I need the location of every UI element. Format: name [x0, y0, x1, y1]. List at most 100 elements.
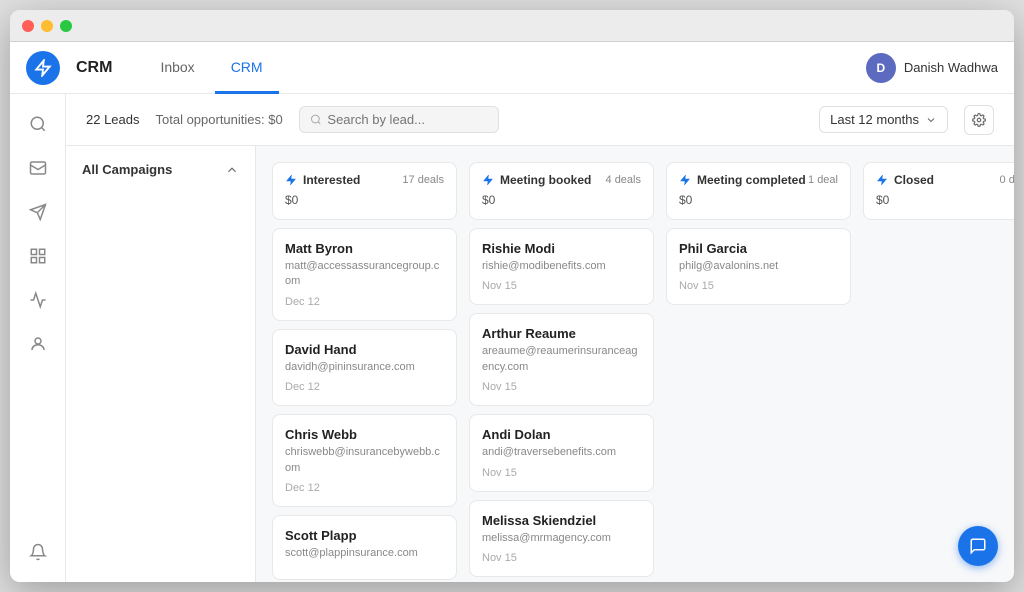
col-amount: $0 [679, 193, 692, 207]
opportunities-label: Total opportunities: $0 [156, 112, 283, 127]
col-header-interested: Interested 17 deals $0 [272, 162, 457, 220]
card-email: andi@traversebenefits.com [482, 445, 641, 460]
date-filter-label: Last 12 months [830, 112, 919, 127]
search-input[interactable] [327, 112, 487, 127]
sidebar-icon-chart[interactable] [20, 282, 56, 318]
minimize-button[interactable] [41, 20, 53, 32]
maximize-button[interactable] [60, 20, 72, 32]
app: CRM Inbox CRM D Danish Wadhwa [10, 42, 1014, 582]
card-email: rishie@modibenefits.com [482, 259, 641, 274]
main-area: 22 Leads Total opportunities: $0 Last 12… [10, 94, 1014, 582]
card-name: Scott Plapp [285, 528, 444, 543]
gear-icon [972, 113, 986, 127]
kanban-board: Interested 17 deals $0 Matt Byron matt@a… [256, 146, 1014, 582]
col-title: Meeting completed [697, 173, 806, 187]
card-email: chriswebb@insurancebywebb.com [285, 445, 444, 476]
card-name: Melissa Skiendziel [482, 513, 641, 528]
topnav: CRM Inbox CRM D Danish Wadhwa [10, 42, 1014, 94]
sidebar-icon-user[interactable] [20, 326, 56, 362]
search-icon [310, 113, 322, 126]
card-name: Chris Webb [285, 427, 444, 442]
nav-tabs: Inbox CRM [144, 42, 849, 93]
card-name: Arthur Reaume [482, 326, 641, 341]
card-date: Nov 15 [482, 280, 641, 292]
col-amount: $0 [285, 193, 298, 207]
sidebar-icon-bell[interactable] [20, 534, 56, 570]
stage-icon [482, 174, 494, 186]
col-amount: $0 [482, 193, 495, 207]
card-date: Nov 15 [482, 381, 641, 393]
table-row[interactable]: Matt Byron matt@accessassurancegroup.com… [272, 228, 457, 321]
table-row[interactable]: Scott Plapp scott@plappinsurance.com [272, 515, 457, 580]
avatar: D [866, 53, 896, 83]
card-date: Dec 12 [285, 381, 444, 393]
table-row[interactable]: Chris Webb chriswebb@insurancebywebb.com… [272, 414, 457, 507]
user-menu[interactable]: D Danish Wadhwa [866, 53, 998, 83]
table-row[interactable]: Arthur Reaume areaume@reaumerinsuranceag… [469, 313, 654, 406]
col-header-meeting-booked: Meeting booked 4 deals $0 [469, 162, 654, 220]
card-email: scott@plappinsurance.com [285, 546, 444, 561]
col-header-closed: Closed 0 deals $0 [863, 162, 1014, 220]
close-button[interactable] [22, 20, 34, 32]
card-date: Nov 15 [482, 467, 641, 479]
card-email: melissa@mrmagency.com [482, 531, 641, 546]
stage-icon [876, 174, 888, 186]
kanban-col-meeting-completed: Meeting completed 1 deal $0 Phil Garcia … [666, 162, 851, 566]
user-name: Danish Wadhwa [904, 60, 998, 75]
card-date: Nov 15 [482, 552, 641, 564]
content-area: 22 Leads Total opportunities: $0 Last 12… [66, 94, 1014, 582]
card-date: Dec 12 [285, 482, 444, 494]
sidebar-icon-grid[interactable] [20, 238, 56, 274]
tab-inbox[interactable]: Inbox [144, 43, 210, 94]
table-row[interactable]: David Hand davidh@pininsurance.com Dec 1… [272, 329, 457, 406]
search-box[interactable] [299, 106, 499, 133]
app-logo [26, 51, 60, 85]
card-date: Nov 15 [679, 280, 838, 292]
card-email: davidh@pininsurance.com [285, 360, 444, 375]
leads-count: 22 Leads [86, 112, 140, 127]
card-email: philg@avalonins.net [679, 259, 838, 274]
col-deals: 17 deals [402, 174, 444, 186]
chat-icon [969, 537, 987, 555]
col-deals: 4 deals [606, 174, 641, 186]
settings-button[interactable] [964, 105, 994, 135]
table-row[interactable]: Melissa Skiendziel melissa@mrmagency.com… [469, 500, 654, 577]
sidebar-icon-mail[interactable] [20, 150, 56, 186]
tab-crm[interactable]: CRM [215, 43, 279, 94]
sidebar-icon-send[interactable] [20, 194, 56, 230]
stage-icon [679, 174, 691, 186]
content-body: All Campaigns Interested 17 [66, 146, 1014, 582]
kanban-col-closed: Closed 0 deals $0 [863, 162, 1014, 566]
app-window: CRM Inbox CRM D Danish Wadhwa [10, 10, 1014, 582]
campaigns-panel: All Campaigns [66, 146, 256, 582]
card-email: areaume@reaumerinsuranceagency.com [482, 344, 641, 375]
chat-fab-button[interactable] [958, 526, 998, 566]
sidebar-icon-search[interactable] [20, 106, 56, 142]
table-row[interactable]: Rishie Modi rishie@modibenefits.com Nov … [469, 228, 654, 305]
col-header-meeting-completed: Meeting completed 1 deal $0 [666, 162, 851, 220]
kanban-col-meeting-booked: Meeting booked 4 deals $0 Rishie Modi ri… [469, 162, 654, 566]
app-title: CRM [76, 59, 112, 77]
table-row[interactable]: Phil Garcia philg@avalonins.net Nov 15 [666, 228, 851, 305]
card-name: Andi Dolan [482, 427, 641, 442]
chevron-up-icon[interactable] [225, 163, 239, 177]
card-date: Dec 12 [285, 296, 444, 308]
kanban-col-interested: Interested 17 deals $0 Matt Byron matt@a… [272, 162, 457, 566]
col-deals: 1 deal [808, 174, 838, 186]
col-title: Interested [303, 173, 360, 187]
stage-icon [285, 174, 297, 186]
sidebar [10, 94, 66, 582]
card-name: Rishie Modi [482, 241, 641, 256]
card-name: Matt Byron [285, 241, 444, 256]
card-name: David Hand [285, 342, 444, 357]
col-title: Meeting booked [500, 173, 591, 187]
col-amount: $0 [876, 193, 889, 207]
chevron-down-icon [925, 114, 937, 126]
card-name: Phil Garcia [679, 241, 838, 256]
campaigns-header: All Campaigns [66, 162, 255, 177]
table-row[interactable]: Andi Dolan andi@traversebenefits.com Nov… [469, 414, 654, 491]
col-deals: 0 deals [1000, 174, 1014, 186]
date-filter-dropdown[interactable]: Last 12 months [819, 106, 948, 133]
titlebar [10, 10, 1014, 42]
campaigns-title: All Campaigns [82, 162, 172, 177]
